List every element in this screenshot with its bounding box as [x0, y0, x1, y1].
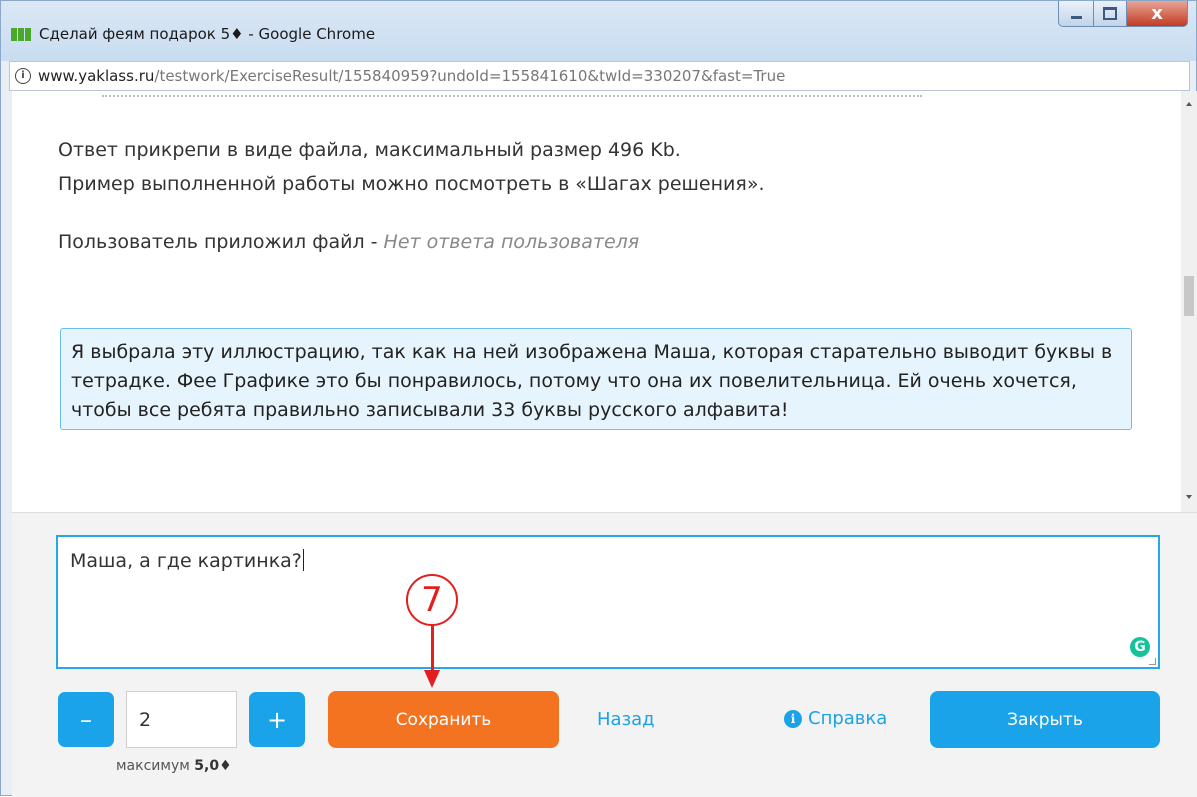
- app-icon: [11, 26, 33, 41]
- back-link[interactable]: Назад: [597, 709, 655, 730]
- window-close-button[interactable]: x: [1126, 1, 1188, 27]
- user-file-line: Пользователь приложил файл - Нет ответа …: [58, 231, 639, 253]
- max-score-value: 5,0♦: [194, 758, 232, 774]
- minimize-button[interactable]: [1058, 1, 1094, 27]
- max-score-prefix: максимум: [116, 758, 195, 774]
- instruction-line-1: Ответ прикрепи в виде файла, максимальны…: [58, 139, 681, 161]
- annotation-arrow-head-icon: [424, 670, 440, 688]
- user-file-label: Пользователь приложил файл -: [58, 231, 384, 253]
- text-caret: [302, 549, 304, 571]
- grading-panel: Маша, а где картинка? G – + максимум 5,0…: [12, 512, 1197, 797]
- scroll-up-icon[interactable]: [1186, 102, 1192, 106]
- window-title: Сделай феям подарок 5♦ - Google Chrome: [39, 25, 376, 43]
- content-scrollbar[interactable]: [1181, 91, 1197, 512]
- teacher-comment-input[interactable]: Маша, а где картинка? G: [56, 535, 1160, 669]
- annotation-arrow-line: [431, 626, 434, 672]
- address-bar[interactable]: i www.yaklass.ru/testwork/ExerciseResult…: [9, 61, 1190, 91]
- annotation-step-number: 7: [406, 574, 458, 626]
- minimize-icon: [1070, 16, 1082, 19]
- exercise-content: Ответ прикрепи в виде файла, максимальны…: [12, 91, 1187, 512]
- help-link[interactable]: i Справка: [784, 708, 887, 729]
- clipped-text-line: [102, 91, 922, 97]
- decrease-score-button[interactable]: –: [58, 692, 114, 747]
- max-score-label: максимум 5,0♦: [116, 758, 232, 774]
- url-path: /testwork/ExerciseResult/155840959?undoI…: [154, 67, 786, 85]
- scroll-down-icon[interactable]: [1186, 495, 1192, 499]
- info-icon: i: [784, 709, 802, 728]
- url-text[interactable]: www.yaklass.ru/testwork/ExerciseResult/1…: [38, 67, 785, 85]
- comment-text: Маша, а где картинка?: [70, 550, 302, 572]
- maximize-button[interactable]: [1093, 1, 1127, 27]
- student-answer-box: Я выбрала эту иллюстрацию, так как на не…: [60, 328, 1132, 430]
- title-bar: Сделай феям подарок 5♦ - Google Chrome x: [1, 1, 1196, 61]
- close-icon: x: [1151, 3, 1163, 24]
- score-input[interactable]: [126, 691, 237, 748]
- save-button[interactable]: Сохранить: [328, 691, 559, 748]
- increase-score-button[interactable]: +: [249, 692, 305, 747]
- instruction-line-2: Пример выполненной работы можно посмотре…: [58, 173, 765, 195]
- help-label: Справка: [808, 708, 888, 729]
- resize-handle-icon[interactable]: [1149, 658, 1156, 665]
- url-host: www.yaklass.ru: [38, 67, 155, 85]
- scroll-thumb[interactable]: [1184, 276, 1194, 316]
- site-info-icon[interactable]: i: [15, 68, 31, 84]
- maximize-icon: [1103, 7, 1117, 20]
- grammarly-icon[interactable]: G: [1130, 637, 1150, 657]
- user-file-value: Нет ответа пользователя: [383, 231, 640, 253]
- close-button[interactable]: Закрыть: [930, 691, 1160, 748]
